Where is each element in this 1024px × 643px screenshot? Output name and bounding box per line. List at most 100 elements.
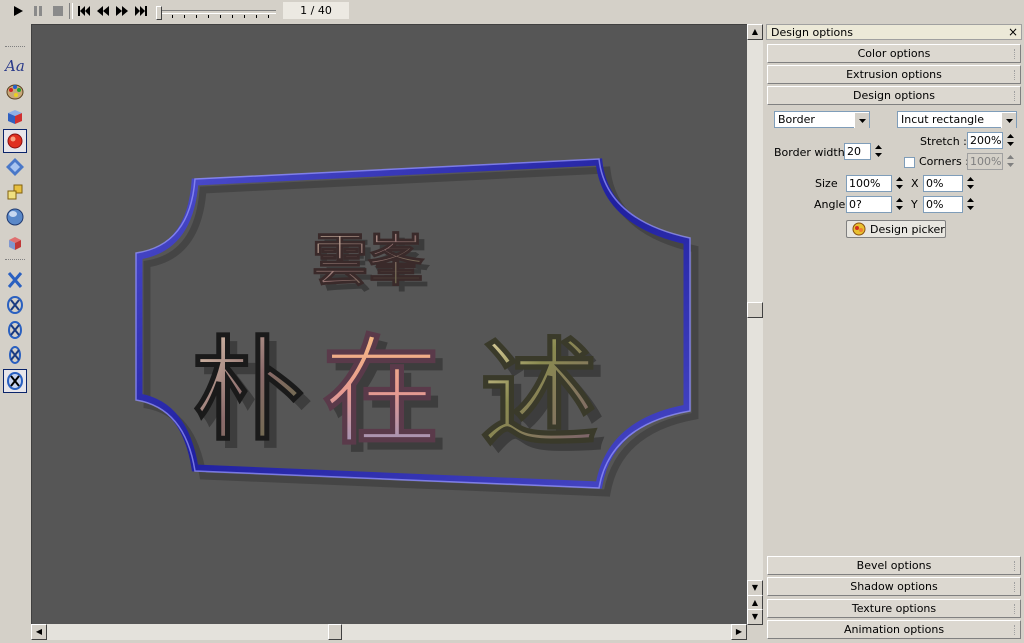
section-texture-options[interactable]: Texture options <box>767 599 1021 618</box>
section-extrusion-options[interactable]: Extrusion options <box>767 65 1021 84</box>
chevron-down-icon[interactable] <box>854 112 869 128</box>
x-value: 0% <box>926 177 944 190</box>
section-label: Bevel options <box>856 559 932 572</box>
section-label: Extrusion options <box>846 68 942 81</box>
arrow-up-icon[interactable] <box>965 175 976 183</box>
animation-x-icon[interactable] <box>3 268 27 292</box>
animation-swing-icon[interactable] <box>3 343 27 367</box>
size-label: Size <box>815 177 838 190</box>
stretch-label: Stretch : <box>920 135 967 148</box>
scroll-right-icon[interactable]: ▶ <box>731 624 747 640</box>
arrow-down-icon[interactable] <box>965 183 976 191</box>
preview-viewport[interactable]: 雲峯 雲峯 朴 朴 在 在 述 述 <box>31 24 748 625</box>
design-type-select[interactable]: Border <box>774 111 870 128</box>
lighting-box-icon[interactable] <box>3 230 27 254</box>
design-picker-label: Design picker <box>870 222 945 236</box>
rewind-icon[interactable] <box>94 3 110 19</box>
animation-spin-icon[interactable] <box>3 318 27 342</box>
skip-to-end-icon[interactable] <box>133 3 149 19</box>
y-label: Y <box>911 198 918 211</box>
svg-text:Aa: Aa <box>4 57 25 75</box>
arrow-down-icon[interactable] <box>1005 140 1016 148</box>
design-shape-select[interactable]: Incut rectangle <box>897 111 1017 128</box>
arrow-down-icon[interactable] <box>1005 161 1016 169</box>
arrow-up-icon[interactable] <box>873 143 884 151</box>
options-panel: Design options × Color options Extrusion… <box>766 24 1022 643</box>
horizontal-scroll-thumb[interactable] <box>328 624 342 640</box>
section-shadow-options[interactable]: Shadow options <box>767 577 1021 596</box>
section-label: Texture options <box>851 602 937 615</box>
design-type-value: Border <box>778 113 815 126</box>
preview-scene: 雲峯 雲峯 朴 朴 在 在 述 述 <box>135 158 699 497</box>
stop-icon[interactable] <box>50 3 66 19</box>
shadow-shapes-icon[interactable] <box>3 180 27 204</box>
section-bevel-options[interactable]: Bevel options <box>767 556 1021 575</box>
section-color-options[interactable]: Color options <box>767 44 1021 63</box>
play-icon[interactable] <box>10 3 26 19</box>
timeline-slider[interactable] <box>156 4 278 20</box>
text-tool-icon[interactable]: Aa <box>3 54 27 78</box>
skip-to-start-icon[interactable] <box>75 3 91 19</box>
timeline-track <box>158 10 276 14</box>
frame-counter: 1 / 40 <box>283 2 349 19</box>
tool-strip-grip <box>5 259 25 261</box>
preview-char-1: 朴 <box>192 325 304 456</box>
chevron-down-icon[interactable] <box>1001 112 1016 128</box>
scroll-up-icon[interactable]: ▲ <box>747 24 763 40</box>
section-label: Shadow options <box>850 580 938 593</box>
arrow-down-icon[interactable] <box>965 204 976 212</box>
timeline-thumb[interactable] <box>156 6 162 20</box>
tool-strip-grip <box>5 46 25 48</box>
playback-toolbar: 1 / 40 <box>0 0 1024 22</box>
section-design-options[interactable]: Design options <box>767 86 1021 105</box>
animation-wobble-icon[interactable] <box>3 369 27 393</box>
tool-strip: Aa <box>0 22 30 643</box>
close-icon[interactable]: × <box>1008 25 1018 39</box>
color-palette-icon[interactable] <box>3 79 27 103</box>
vertical-scroll-thumb[interactable] <box>747 302 763 318</box>
preview-char-2: 在 <box>322 322 440 461</box>
arrow-up-icon[interactable] <box>1005 153 1016 161</box>
arrow-up-icon[interactable] <box>1005 132 1016 140</box>
pause-icon[interactable] <box>30 3 46 19</box>
scroll-down-icon[interactable]: ▼ <box>747 580 763 596</box>
angle-value: 0? <box>849 198 862 211</box>
page-down-icon[interactable]: ▼ <box>747 609 763 625</box>
size-value: 100% <box>849 177 881 190</box>
toolbar-separator <box>69 3 73 19</box>
y-value: 0% <box>926 198 944 211</box>
horizontal-scrollbar[interactable]: ◀ ▶ <box>31 624 747 640</box>
arrow-down-icon[interactable] <box>894 204 905 212</box>
angle-label: Angle <box>814 198 846 211</box>
design-picker-button[interactable]: Design picker <box>846 220 946 238</box>
arrow-down-icon[interactable] <box>873 151 884 159</box>
section-label: Design options <box>853 89 935 102</box>
section-label: Animation options <box>843 623 945 636</box>
section-label: Color options <box>857 47 931 60</box>
x-label: X <box>911 177 919 190</box>
fast-forward-icon[interactable] <box>114 3 130 19</box>
section-animation-options[interactable]: Animation options <box>767 620 1021 639</box>
bevel-diamond-icon[interactable] <box>3 155 27 179</box>
panel-title: Design options <box>771 26 853 39</box>
preview-top-text: 雲峯 <box>312 228 425 294</box>
corners-checkbox[interactable] <box>904 157 915 168</box>
border-width-label: Border width <box>774 146 845 159</box>
border-width-value: 20 <box>847 145 861 158</box>
arrow-up-icon[interactable] <box>894 175 905 183</box>
border-design-icon[interactable] <box>3 129 27 153</box>
scroll-left-icon[interactable]: ◀ <box>31 624 47 640</box>
arrow-down-icon[interactable] <box>894 183 905 191</box>
texture-sphere-icon[interactable] <box>3 205 27 229</box>
corners-label: Corners : <box>919 155 969 168</box>
extrusion-cube-icon[interactable] <box>3 104 27 128</box>
animation-rotate-icon[interactable] <box>3 293 27 317</box>
stretch-value: 200% <box>970 134 1002 147</box>
design-shape-value: Incut rectangle <box>901 113 984 126</box>
corners-value: 100% <box>970 155 1002 168</box>
panel-title-bar: Design options × <box>766 24 1022 40</box>
design-picker-icon <box>852 222 866 236</box>
arrow-up-icon[interactable] <box>965 196 976 204</box>
arrow-up-icon[interactable] <box>894 196 905 204</box>
vertical-scrollbar[interactable]: ▲ ▼ ▲ ▼ <box>747 24 763 625</box>
